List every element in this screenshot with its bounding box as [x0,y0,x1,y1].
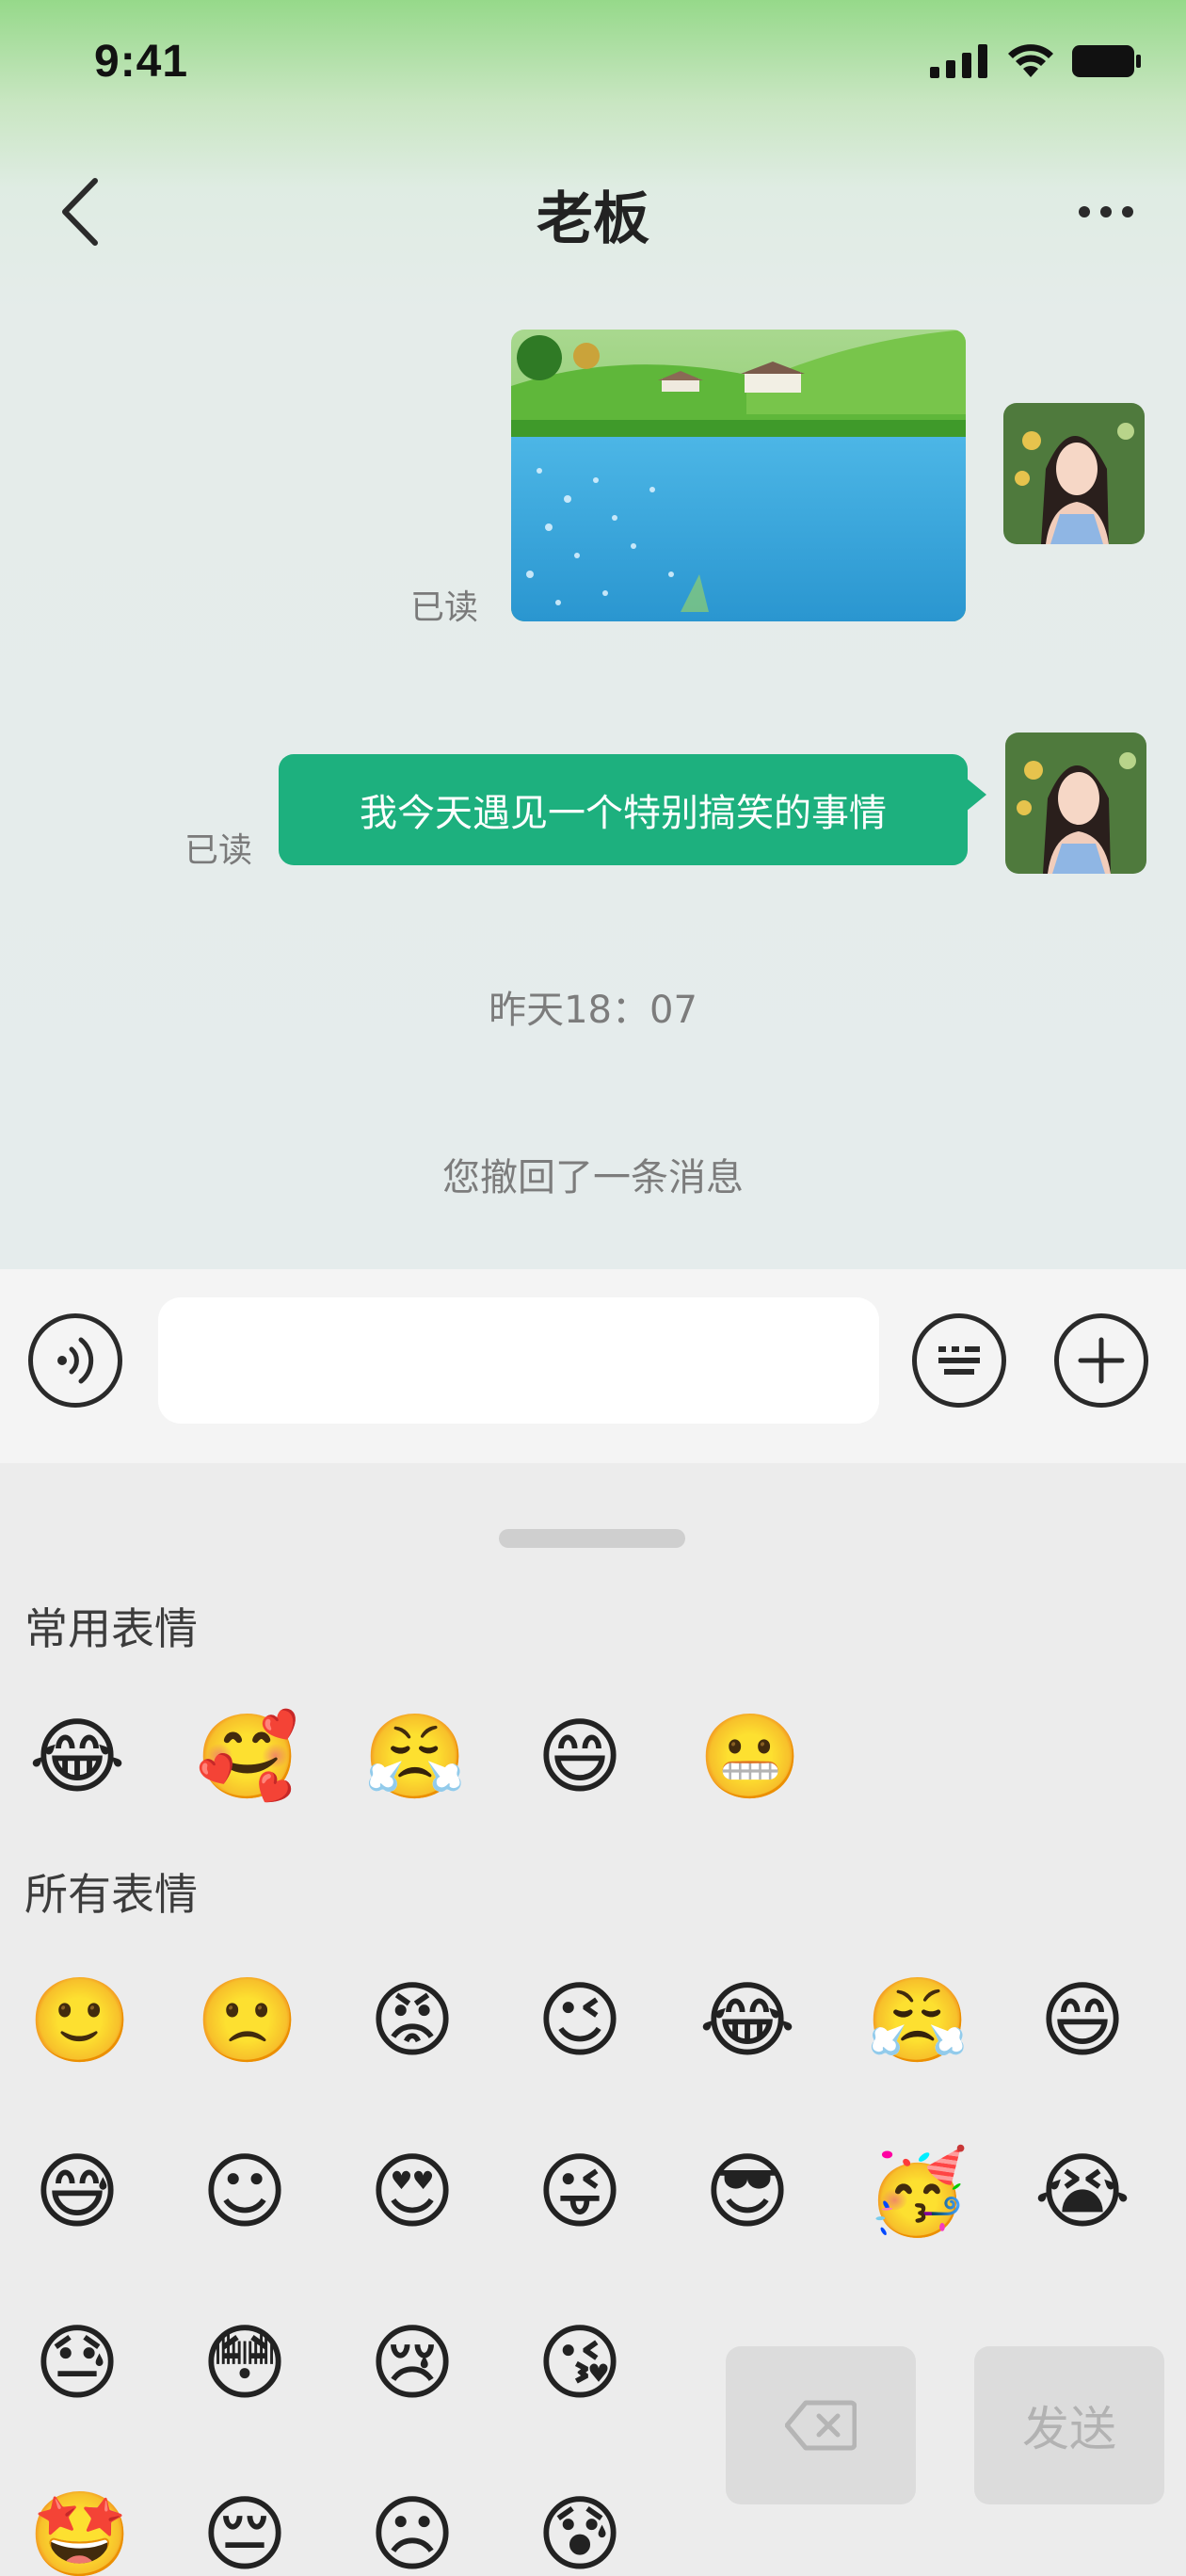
status-bar: 9:41 [0,0,1186,132]
emoji-item[interactable]: 🙁 [196,1972,299,2069]
text-message-bubble[interactable]: 我今天遇见一个特别搞笑的事情 [279,754,968,865]
user-avatar-image [1005,733,1146,874]
emoji-item[interactable]: 😬 [698,1708,802,1806]
plus-icon [1078,1337,1125,1384]
battery-icon [1072,45,1141,77]
emoji-item[interactable]: 😳 [196,2314,294,2412]
emoji-item[interactable]: ☺ [196,2143,294,2241]
voice-icon [57,1337,94,1384]
emoji-item[interactable]: 😂 [28,1708,126,1806]
voice-button[interactable] [28,1313,122,1408]
avatar[interactable] [1003,403,1145,544]
drag-handle[interactable] [499,1529,685,1548]
emoji-item[interactable]: 😉 [531,1972,629,2069]
emoji-item[interactable]: 😭 [1034,2143,1131,2241]
message-timestamp: 昨天18：07 [489,989,697,1032]
recall-notice: 您撤回了一条消息 [442,1156,744,1199]
backspace-button[interactable] [726,2346,916,2504]
status-icons [930,43,1143,79]
send-label: 发送 [1022,2402,1116,2456]
emoji-item[interactable]: 😡 [363,1972,461,2069]
emoji-item[interactable]: 😜 [531,2143,629,2241]
frequent-emoji-title: 常用表情 [24,1603,198,1654]
read-status: 已读 [184,831,253,870]
add-button[interactable] [1054,1313,1148,1408]
emoji-item[interactable]: 😄 [1034,1972,1131,2069]
avatar[interactable] [1005,733,1146,874]
user-avatar-image [1003,403,1145,544]
emoji-item[interactable]: 😄 [531,1708,629,1806]
emoji-item[interactable]: 😔 [196,2486,294,2576]
keyboard-icon [938,1346,980,1375]
emoji-item[interactable]: 😤 [866,1972,970,2069]
image-message[interactable] [511,330,966,621]
emoji-item[interactable]: 😘 [531,2314,629,2412]
emoji-item[interactable]: 🥳 [866,2143,970,2241]
wifi-icon [1008,44,1053,77]
read-status: 已读 [410,588,479,627]
more-options-button[interactable] [1064,179,1148,245]
emoji-item[interactable]: 😎 [698,2143,796,2241]
chat-title: 老板 [537,186,649,252]
emoji-item[interactable]: 😍 [363,2143,461,2241]
emoji-item[interactable]: 😢 [363,2314,461,2412]
emoji-item[interactable]: 🥰 [196,1708,299,1806]
all-emoji-title: 所有表情 [24,1869,198,1920]
bubble-tail [966,778,986,812]
send-button[interactable]: 发送 [974,2346,1164,2504]
more-dots-icon [1079,206,1133,217]
backspace-icon [785,2400,857,2451]
status-time: 9:41 [94,37,189,87]
cellular-signal-icon [930,44,987,78]
emoji-item[interactable]: 😓 [28,2314,126,2412]
nav-bar: 老板 [0,151,1186,273]
emoji-item[interactable]: ☹ [363,2486,461,2576]
emoji-item[interactable]: 🙂 [28,1972,132,2069]
emoji-panel: 常用表情 😂 🥰 😤 😄 😬 所有表情 🙂 🙁 😡 😉 😂 😤 😄 😅 ☺ 😍 😜 😎 🥳 😭 😓 😳 😢 😘 🤩 😔 ☹ 😰 发… [0,1463,1186,2576]
emoji-item[interactable]: 😤 [363,1708,467,1806]
message-input[interactable] [158,1297,879,1424]
emoji-item[interactable]: 😰 [531,2486,629,2576]
emoji-item[interactable]: 🤩 [28,2486,132,2576]
landscape-photo [511,330,966,621]
keyboard-toggle-button[interactable] [912,1313,1006,1408]
input-bar [0,1269,1186,1463]
emoji-item[interactable]: 😂 [698,1972,796,2069]
emoji-item[interactable]: 😅 [28,2143,126,2241]
